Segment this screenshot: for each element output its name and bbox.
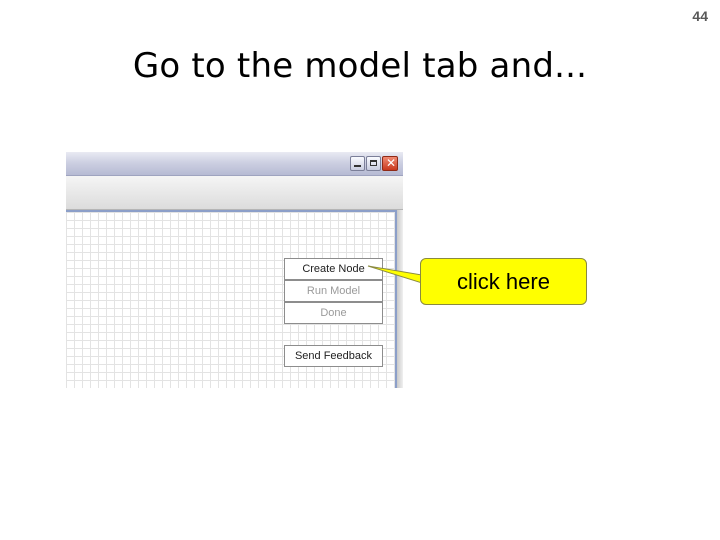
model-grid-canvas[interactable]: Create Node Run Model Done Send Feedback [66, 210, 397, 388]
app-window-screenshot: ✕ Create Node Run Model Done Send Feedba… [66, 152, 403, 388]
close-button[interactable]: ✕ [382, 156, 398, 171]
window-right-edge [397, 210, 403, 388]
create-node-button[interactable]: Create Node [284, 258, 383, 280]
done-button[interactable]: Done [284, 302, 383, 324]
slide-number: 44 [692, 8, 708, 24]
maximize-button[interactable] [366, 156, 381, 171]
minimize-icon [354, 165, 361, 167]
window-titlebar[interactable]: ✕ [66, 152, 403, 176]
maximize-icon [370, 160, 377, 166]
close-icon: ✕ [385, 156, 397, 170]
click-here-callout: click here [420, 258, 587, 305]
minimize-button[interactable] [350, 156, 365, 171]
model-tab-content: Create Node Run Model Done Send Feedback [66, 210, 403, 388]
slide-title: Go to the model tab and... [132, 46, 588, 86]
send-feedback-button[interactable]: Send Feedback [284, 345, 383, 367]
window-toolbar [66, 176, 403, 210]
run-model-button[interactable]: Run Model [284, 280, 383, 302]
